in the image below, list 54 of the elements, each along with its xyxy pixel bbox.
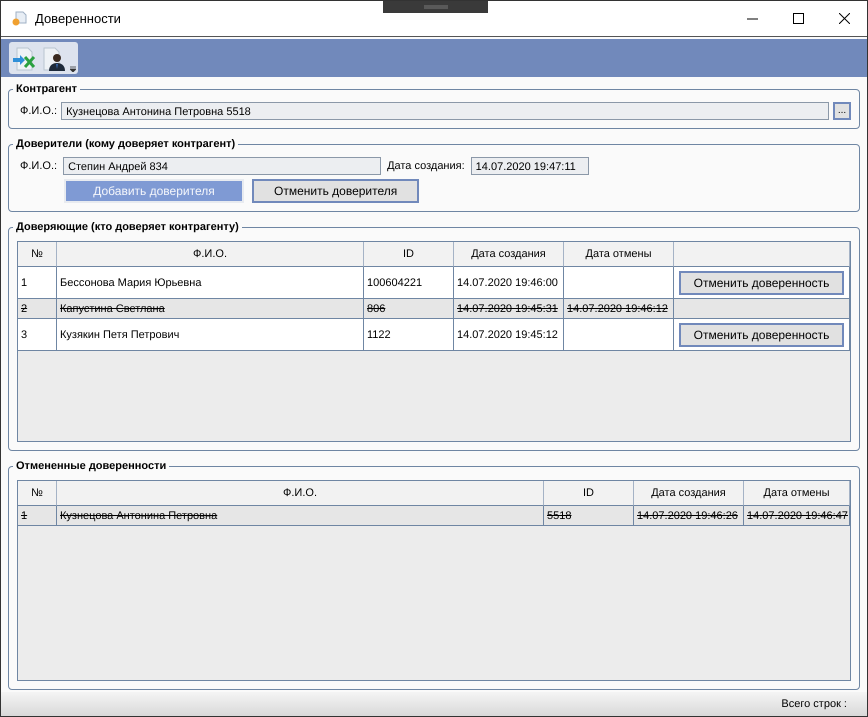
fio-field[interactable]: Степин Андрей 834 <box>63 157 382 175</box>
table-row[interactable]: 3 Кузякин Петя Петрович 1122 14.07.2020 19:45:12 Отменить доверенность <box>18 319 850 351</box>
group-title: Контрагент <box>15 83 78 95</box>
browse-button[interactable]: ... <box>833 102 851 120</box>
table-cell: Капустина Светлана <box>57 299 364 319</box>
table-cell: Кузякин Петя Петрович <box>57 319 364 351</box>
table-cell: 14.07.2020 19:46:12 <box>564 299 674 319</box>
field-label: Дата создания: <box>387 160 465 172</box>
table-cell: Кузнецова Антонина Петровна <box>57 506 544 526</box>
date-field[interactable]: 14.07.2020 19:47:11 <box>470 157 589 175</box>
table-cell: 5518 <box>544 506 634 526</box>
group-title: Отмененные доверенности <box>15 460 168 472</box>
table-cell: 2 <box>18 299 57 319</box>
field-label: Ф.И.О.: <box>20 105 58 117</box>
table-cell: 1 <box>18 267 57 299</box>
column-header[interactable]: № <box>18 481 57 506</box>
table-row[interactable]: 1 Кузнецова Антонина Петровна 5518 14.07.2020 19:46:26 14.07.2020 19:46:47 <box>18 506 850 526</box>
table-cell: 14.07.2020 19:46:00 <box>454 267 564 299</box>
column-header[interactable]: Ф.И.О. <box>57 481 544 506</box>
row-count-label: Всего строк : <box>781 698 847 710</box>
column-header[interactable]: № <box>18 242 57 267</box>
group-title: Доверяющие (кто доверяет контрагенту) <box>15 221 240 233</box>
group-title: Доверители (кому доверяет контрагент) <box>15 138 236 150</box>
column-header[interactable]: Дата отмены <box>744 481 850 506</box>
fio-field[interactable]: Кузнецова Антонина Петровна 5518 <box>61 102 829 120</box>
window-title: Доверенности <box>35 11 122 26</box>
table-cell: Бессонова Мария Юрьевна <box>57 267 364 299</box>
maximize-icon[interactable] <box>792 13 804 24</box>
dropdown-icon[interactable] <box>70 66 76 72</box>
table-cell: 1 <box>18 506 57 526</box>
column-header[interactable]: Дата создания <box>454 242 564 267</box>
table-cell: 14.07.2020 19:46:26 <box>634 506 744 526</box>
table-row[interactable]: 1 Бессонова Мария Юрьевна 100604221 14.07.2020 19:46:00 Отменить доверенность <box>18 267 850 299</box>
table-cell: 14.07.2020 19:46:47 <box>744 506 850 526</box>
revoke-button[interactable]: Отменить доверенность <box>679 322 844 346</box>
column-header[interactable]: ID <box>364 242 454 267</box>
table-cell: 14.07.2020 19:45:31 <box>454 299 564 319</box>
table-cell: 1122 <box>364 319 454 351</box>
column-header[interactable]: Ф.И.О. <box>57 242 364 267</box>
close-icon[interactable] <box>838 13 850 24</box>
table-cell: 3 <box>18 319 57 351</box>
revoke-button[interactable]: Отменить доверенность <box>679 270 844 294</box>
table-cell: 14.07.2020 19:45:12 <box>454 319 564 351</box>
drag-handle[interactable] <box>383 1 488 13</box>
cancel-principal-button[interactable]: Отменить доверителя <box>252 179 420 203</box>
column-header[interactable]: Дата создания <box>634 481 744 506</box>
table-cell: 100604221 <box>364 267 454 299</box>
column-header[interactable]: ID <box>544 481 634 506</box>
table-cell: 806 <box>364 299 454 319</box>
document-icon <box>11 10 27 26</box>
field-label: Ф.И.О.: <box>20 160 58 172</box>
person-document-icon[interactable] <box>41 46 67 72</box>
table-row[interactable]: 2 Капустина Светлана 806 14.07.2020 19:45:31 14.07.2020 19:46:12 <box>18 299 850 319</box>
column-header[interactable]: Дата отмены <box>564 242 674 267</box>
